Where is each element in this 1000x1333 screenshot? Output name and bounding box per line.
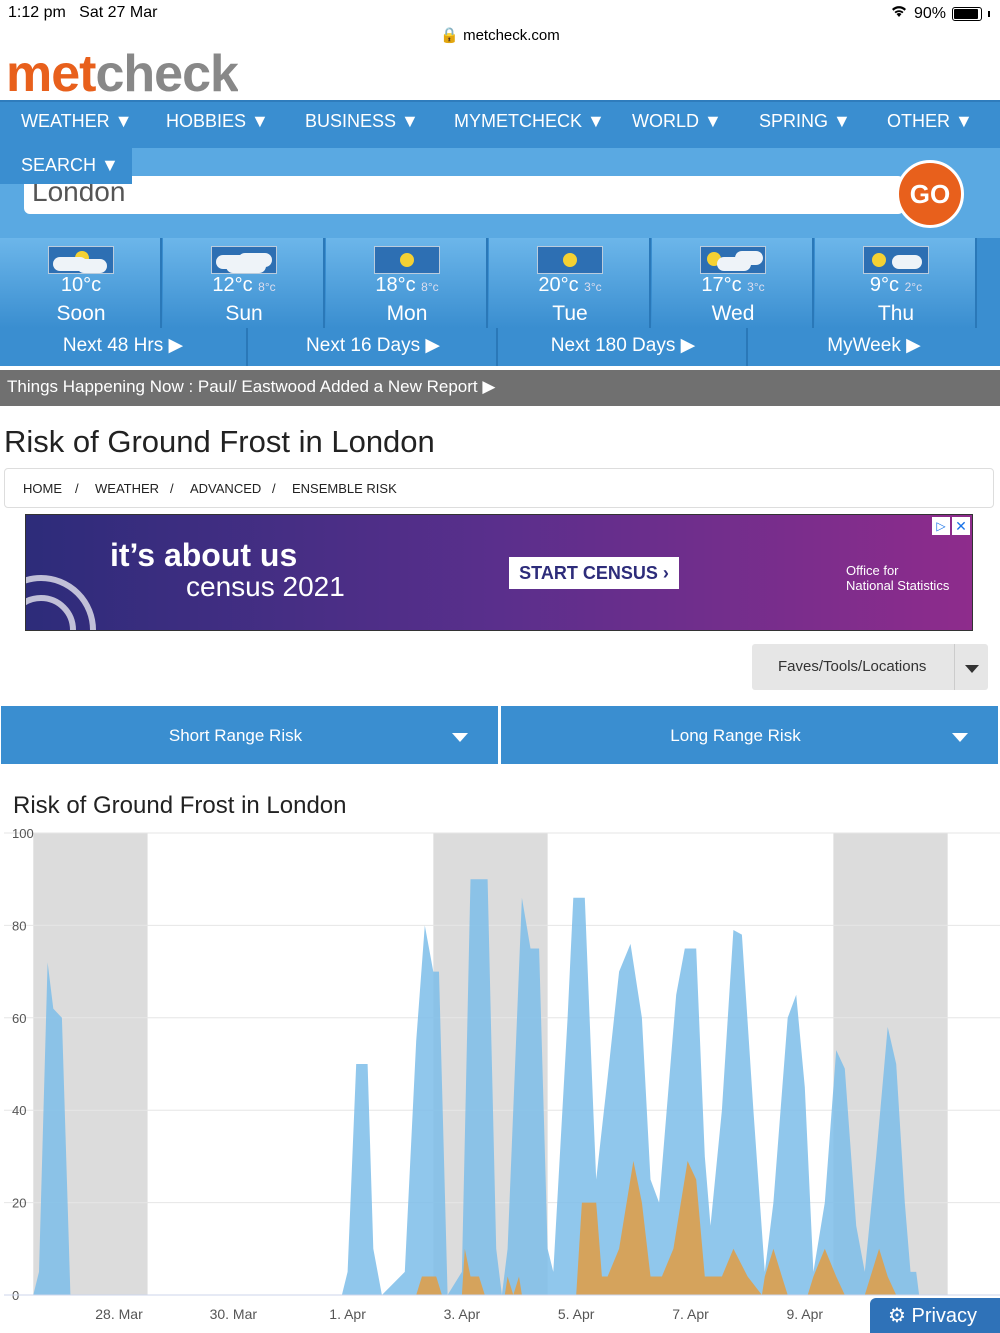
nav-world[interactable]: WORLD ▼ — [632, 111, 722, 132]
x-tick-label: 1. Apr — [329, 1306, 366, 1322]
address-bar[interactable]: 🔒 metcheck.com — [0, 26, 1000, 44]
day-tile[interactable]: 10°c Soon — [0, 238, 162, 328]
next-180-days-link[interactable]: Next 180 Days ▶ — [500, 328, 748, 366]
y-tick-label: 80 — [12, 918, 26, 933]
status-right: 90% — [890, 4, 990, 23]
logo-part2: check — [95, 45, 238, 94]
day-tile[interactable]: 20°c 3°c Tue — [489, 238, 651, 328]
breadcrumb-ensemble-risk: ENSEMBLE RISK — [292, 481, 397, 496]
wifi-icon — [890, 4, 908, 23]
ad-headline: it’s about us — [110, 537, 298, 573]
breadcrumb-separator: / — [75, 481, 79, 496]
breadcrumb-separator: / — [272, 481, 276, 496]
breadcrumb-separator: / — [170, 481, 174, 496]
x-tick-label: 5. Apr — [558, 1306, 595, 1322]
status-time: 1:12 pm Sat 27 Mar — [8, 4, 158, 21]
battery-tip — [988, 10, 990, 17]
x-tick-label: 30. Mar — [210, 1306, 258, 1322]
battery-percent: 90% — [913, 4, 946, 22]
status-bar: 1:12 pm Sat 27 Mar 🔒 metcheck.com 90% — [0, 0, 1000, 50]
breadcrumb-home[interactable]: HOME — [23, 481, 62, 496]
ad-subline: census 2021 — [186, 571, 345, 602]
start-census-button[interactable]: START CENSUS › — [509, 557, 679, 589]
y-tick-label: 20 — [12, 1196, 26, 1211]
day-temp: 12°c 8°c — [212, 274, 276, 296]
faves-label: Faves/Tools/Locations — [778, 658, 927, 675]
y-tick-label: 100 — [12, 826, 34, 841]
cloudy-icon — [211, 246, 277, 274]
day-temp: 20°c 3°c — [538, 274, 602, 296]
sunny-icon — [537, 246, 603, 274]
day-name: Mon — [386, 302, 428, 325]
faves-tools-dropdown[interactable]: Faves/Tools/Locations — [752, 644, 988, 690]
lock-icon: 🔒 — [440, 27, 459, 44]
day-tile[interactable]: 9°c 2°c Thu — [815, 238, 977, 328]
long-range-risk-dropdown[interactable]: Long Range Risk — [501, 706, 998, 764]
x-tick-label: 3. Apr — [444, 1306, 481, 1322]
day-name: Tue — [552, 302, 588, 325]
nav-weather[interactable]: WEATHER ▼ — [21, 111, 132, 132]
day-name: Sun — [225, 302, 263, 325]
breadcrumb-weather[interactable]: WEATHER — [95, 481, 159, 496]
x-tick-label: 7. Apr — [672, 1306, 709, 1322]
news-ticker[interactable]: Things Happening Now : Paul/ Eastwood Ad… — [0, 370, 1000, 406]
nav-other[interactable]: OTHER ▼ — [887, 111, 973, 132]
day-temp: 18°c 8°c — [375, 274, 439, 296]
x-tick-label: 28. Mar — [95, 1306, 143, 1322]
page-title: Risk of Ground Frost in London — [4, 424, 435, 459]
day-temp: 9°c 2°c — [869, 274, 923, 296]
partly-cloudy-icon — [863, 246, 929, 274]
long-range-label: Long Range Risk — [670, 726, 801, 745]
short-range-label: Short Range Risk — [168, 726, 303, 745]
range-links: Next 48 Hrs ▶ Next 16 Days ▶ Next 180 Da… — [0, 328, 1000, 366]
nav-business[interactable]: BUSINESS ▼ — [305, 111, 419, 132]
series-area-1 — [33, 879, 920, 1295]
sunny-icon — [374, 246, 440, 274]
adchoices-icon[interactable]: ▷ — [932, 517, 950, 535]
census-ad-banner[interactable]: it’s about us census 2021 START CENSUS ›… — [25, 514, 973, 631]
day-name: Thu — [877, 302, 915, 325]
chart-title: Risk of Ground Frost in London — [13, 792, 347, 819]
battery-icon — [952, 6, 982, 21]
day-name: Wed — [711, 302, 755, 325]
main-nav: WEATHER ▼ HOBBIES ▼ BUSINESS ▼ MYMETCHEC… — [0, 100, 1000, 148]
partly-cloudy-icon — [48, 246, 114, 274]
next-48-hrs-link[interactable]: Next 48 Hrs ▶ — [0, 328, 248, 366]
chevron-down-icon[interactable] — [954, 644, 988, 690]
y-tick-label: 60 — [12, 1011, 26, 1026]
day-temp: 17°c 3°c — [701, 274, 765, 296]
location-search-input[interactable]: London — [24, 176, 904, 214]
short-range-risk-dropdown[interactable]: Short Range Risk — [1, 706, 498, 764]
day-tile[interactable]: 12°c 8°c Sun — [163, 238, 325, 328]
nav-search[interactable]: SEARCH ▼ — [0, 148, 132, 184]
logo-part1: met — [6, 45, 96, 94]
privacy-button[interactable]: ⚙ Privacy — [870, 1298, 1000, 1333]
nav-mymetcheck[interactable]: MYMETCHECK ▼ — [454, 111, 605, 132]
frost-risk-chart: 02040608010028. Mar30. Mar1. Apr3. Apr5.… — [4, 826, 1000, 1322]
go-button[interactable]: GO — [896, 160, 964, 228]
metcheck-logo[interactable]: metcheck — [6, 44, 238, 94]
day-forecast-strip: 10°c Soon 12°c 8°c Sun 18°c 8°c Mon 20°c… — [0, 238, 1000, 328]
day-tile[interactable]: 17°c 3°c Wed — [652, 238, 814, 328]
nav-hobbies[interactable]: HOBBIES ▼ — [166, 111, 269, 132]
nav-spring[interactable]: SPRING ▼ — [759, 111, 851, 132]
x-tick-label: 9. Apr — [787, 1306, 824, 1322]
chevron-down-icon — [952, 733, 968, 742]
close-ad-icon[interactable]: ✕ — [952, 517, 970, 535]
day-name: Soon — [56, 302, 106, 325]
myweek-link[interactable]: MyWeek ▶ — [750, 328, 998, 366]
chevron-down-icon — [452, 733, 468, 742]
url-text: metcheck.com — [463, 27, 560, 44]
day-temp: 10°c — [60, 274, 102, 296]
breadcrumb: HOME / WEATHER / ADVANCED / ENSEMBLE RIS… — [4, 468, 994, 508]
next-16-days-link[interactable]: Next 16 Days ▶ — [250, 328, 498, 366]
ons-logo: Office for National Statistics — [846, 563, 950, 593]
breadcrumb-advanced[interactable]: ADVANCED — [190, 481, 261, 496]
y-tick-label: 40 — [12, 1103, 26, 1118]
day-tile[interactable]: 18°c 8°c Mon — [326, 238, 488, 328]
partly-cloudy-icon — [700, 246, 766, 274]
